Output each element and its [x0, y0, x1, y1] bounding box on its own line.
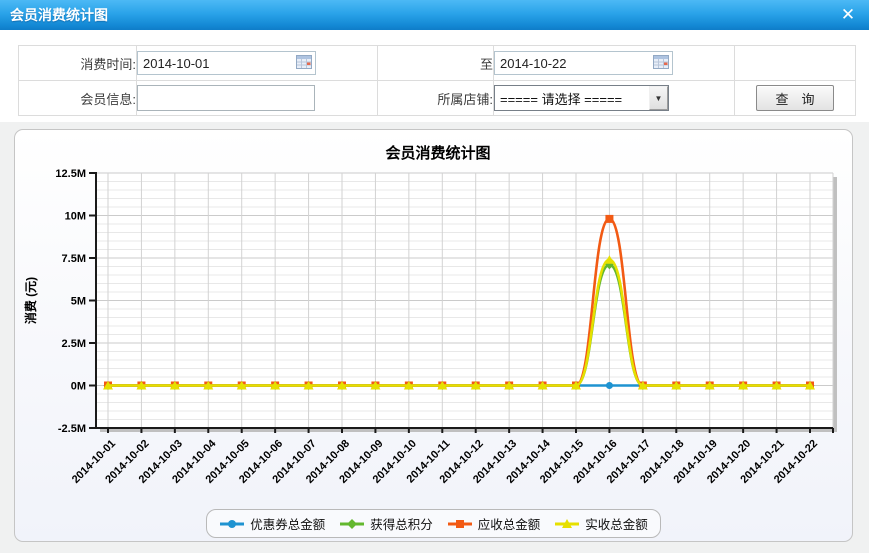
close-icon[interactable]: ✕ — [837, 4, 859, 26]
diamond-marker-icon — [339, 518, 365, 530]
shop-select-value: ===== 请选择 ===== — [495, 89, 649, 108]
svg-text:12.5M: 12.5M — [55, 168, 86, 180]
legend-label: 获得总积分 — [370, 514, 433, 533]
query-button[interactable]: 查 询 — [756, 85, 834, 111]
chart-section: -2.5M0M2.5M5M7.5M10M12.5M2014-10-012014-… — [0, 122, 869, 553]
triangle-marker-icon — [554, 518, 580, 530]
legend-item[interactable]: 优惠券总金额 — [219, 514, 325, 533]
svg-text:10M: 10M — [65, 211, 86, 223]
circle-marker-icon — [219, 518, 245, 530]
svg-text:5M: 5M — [71, 296, 86, 308]
date-from-box — [137, 51, 316, 75]
legend-label: 实收总金额 — [585, 514, 648, 533]
shop-select[interactable]: ===== 请选择 ===== ▼ — [494, 85, 669, 111]
svg-text:-2.5M: -2.5M — [58, 423, 86, 435]
chart-legend: 优惠券总金额 获得总积分 应收总金额 实收总金额 — [206, 509, 661, 538]
time-from-label: 消费时间: — [19, 46, 137, 81]
legend-item[interactable]: 应收总金额 — [447, 514, 541, 533]
svg-text:0M: 0M — [71, 381, 86, 393]
svg-text:7.5M: 7.5M — [62, 253, 86, 265]
dialog-title: 会员消费统计图 — [0, 5, 108, 25]
consumption-chart: -2.5M0M2.5M5M7.5M10M12.5M2014-10-012014-… — [15, 130, 852, 502]
dialog-titlebar: 会员消费统计图 ✕ — [0, 0, 869, 30]
spacer-cell — [735, 46, 856, 81]
legend-label: 应收总金额 — [478, 514, 541, 533]
svg-text:会员消费统计图: 会员消费统计图 — [385, 144, 490, 162]
member-info-box — [137, 91, 315, 106]
svg-text:消费 (元): 消费 (元) — [23, 277, 38, 324]
legend-label: 优惠券总金额 — [250, 514, 325, 533]
shop-label: 所属店铺: — [378, 81, 494, 116]
calendar-icon[interactable] — [653, 54, 669, 69]
date-to-input[interactable] — [494, 51, 673, 75]
member-info-input[interactable] — [137, 85, 315, 111]
query-form: 消费时间: 至 — [0, 30, 869, 122]
square-marker-icon — [447, 518, 473, 530]
time-to-label: 至 — [378, 46, 494, 81]
date-to-box — [494, 51, 673, 75]
chart-panel: -2.5M0M2.5M5M7.5M10M12.5M2014-10-012014-… — [14, 129, 853, 542]
date-from-input[interactable] — [137, 51, 316, 75]
legend-item[interactable]: 获得总积分 — [339, 514, 433, 533]
calendar-icon[interactable] — [296, 54, 312, 69]
legend-item[interactable]: 实收总金额 — [554, 514, 648, 533]
member-info-label: 会员信息: — [19, 81, 137, 116]
member-consumption-dialog: 会员消费统计图 ✕ 消费时间: — [0, 0, 869, 553]
svg-text:2.5M: 2.5M — [62, 338, 86, 350]
legend-row: 优惠券总金额 获得总积分 应收总金额 实收总金额 — [15, 509, 852, 538]
chevron-down-icon[interactable]: ▼ — [649, 86, 668, 110]
